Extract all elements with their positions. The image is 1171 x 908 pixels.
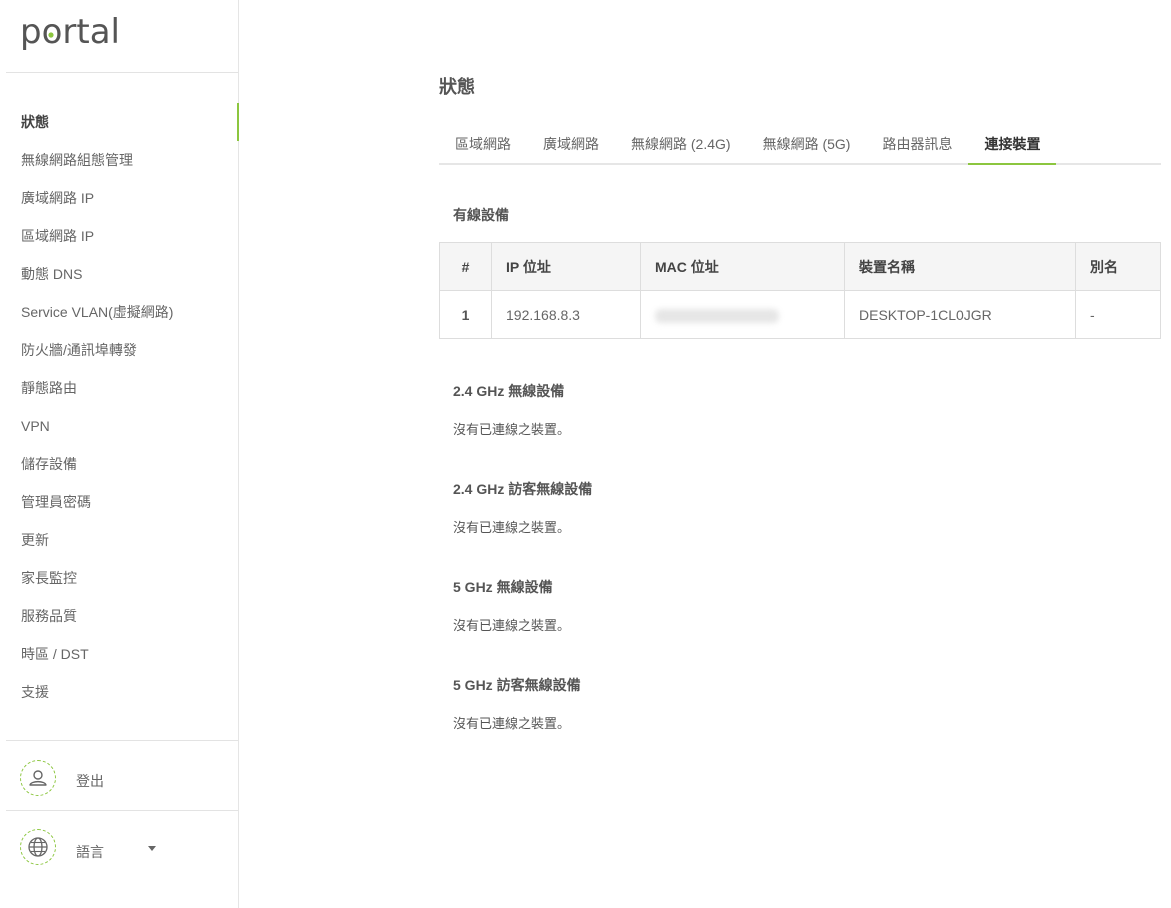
portal-logo-mark: portal — [20, 12, 120, 52]
sidebar-item-static-route[interactable]: 靜態路由 — [0, 369, 239, 407]
sidebar-item-wireless-config[interactable]: 無線網路組態管理 — [0, 141, 239, 179]
cell-num: 1 — [439, 290, 492, 339]
sidebar-item-status[interactable]: 狀態 — [0, 103, 239, 141]
globe-icon[interactable] — [20, 829, 56, 865]
sidebar-item-ddns[interactable]: 動態 DNS — [0, 255, 239, 293]
logo-divider — [6, 72, 238, 73]
chevron-down-icon[interactable] — [148, 846, 156, 851]
cell-device-name: DESKTOP-1CL0JGR — [844, 290, 1076, 339]
cell-mac — [640, 290, 845, 339]
sidebar-item-firewall[interactable]: 防火牆/通訊埠轉發 — [0, 331, 239, 369]
wireless-5g-empty-text: 沒有已連線之裝置。 — [453, 618, 571, 633]
wired-devices-table: # IP 位址 MAC 位址 裝置名稱 別名 1 192.168.8.3 DES… — [439, 242, 1161, 339]
redacted-mac — [655, 308, 779, 323]
table-header-row: # IP 位址 MAC 位址 裝置名稱 別名 — [439, 242, 1161, 291]
wireless-5g-devices-title: 5 GHz 無線設備 — [453, 579, 553, 595]
sidebar-item-service-vlan[interactable]: Service VLAN(虛擬網路) — [0, 293, 239, 331]
svg-text:portal: portal — [20, 14, 120, 52]
user-icon[interactable] — [20, 760, 56, 796]
sidebar-item-support[interactable]: 支援 — [0, 673, 239, 711]
sidebar-item-wan-ip[interactable]: 廣域網路 IP — [0, 179, 239, 217]
logout-button[interactable]: 登出 — [76, 771, 104, 791]
tab-wan[interactable]: 廣域網路 — [527, 126, 615, 165]
tab-router-info[interactable]: 路由器訊息 — [866, 126, 968, 165]
tab-connected-devices[interactable]: 連接裝置 — [968, 126, 1057, 165]
column-header-device-name: 裝置名稱 — [844, 242, 1076, 291]
sidebar-item-parental-control[interactable]: 家長監控 — [0, 559, 239, 597]
portal-logo[interactable]: portal — [20, 12, 124, 57]
sidebar-nav: 狀態 無線網路組態管理 廣域網路 IP 區域網路 IP 動態 DNS Servi… — [0, 103, 239, 711]
guest-5g-empty-text: 沒有已連線之裝置。 — [453, 716, 571, 731]
tab-lan[interactable]: 區域網路 — [439, 126, 527, 165]
guest-24g-empty-text: 沒有已連線之裝置。 — [453, 520, 571, 535]
column-header-alias: 別名 — [1075, 242, 1161, 291]
cell-ip: 192.168.8.3 — [491, 290, 641, 339]
sidebar-item-vpn[interactable]: VPN — [0, 407, 239, 445]
column-header-num: # — [439, 242, 492, 291]
sidebar: portal 狀態 無線網路組態管理 廣域網路 IP 區域網路 IP 動態 DN… — [0, 0, 239, 908]
table-row: 1 192.168.8.3 DESKTOP-1CL0JGR - — [439, 290, 1161, 339]
sidebar-item-storage[interactable]: 儲存設備 — [0, 445, 239, 483]
sidebar-divider — [6, 810, 238, 811]
guest-5g-devices-title: 5 GHz 訪客無線設備 — [453, 677, 581, 693]
language-selector[interactable]: 語言 — [76, 842, 104, 862]
wired-devices-title: 有線設備 — [453, 207, 509, 223]
sidebar-item-qos[interactable]: 服務品質 — [0, 597, 239, 635]
guest-24g-devices-title: 2.4 GHz 訪客無線設備 — [453, 481, 593, 497]
wireless-24g-empty-text: 沒有已連線之裝置。 — [453, 422, 571, 437]
tab-wireless-5g[interactable]: 無線網路 (5G) — [747, 126, 867, 165]
sidebar-item-update[interactable]: 更新 — [0, 521, 239, 559]
sidebar-item-timezone[interactable]: 時區 / DST — [0, 635, 239, 673]
page-title: 狀態 — [439, 77, 475, 97]
status-tabs: 區域網路 廣域網路 無線網路 (2.4G) 無線網路 (5G) 路由器訊息 連接… — [439, 126, 1161, 165]
sidebar-item-admin-password[interactable]: 管理員密碼 — [0, 483, 239, 521]
wireless-24g-devices-title: 2.4 GHz 無線設備 — [453, 383, 565, 399]
sidebar-divider — [6, 740, 238, 741]
sidebar-item-lan-ip[interactable]: 區域網路 IP — [0, 217, 239, 255]
tab-wireless-24g[interactable]: 無線網路 (2.4G) — [615, 126, 747, 165]
column-header-mac: MAC 位址 — [640, 242, 845, 291]
cell-alias[interactable]: - — [1075, 290, 1161, 339]
column-header-ip: IP 位址 — [491, 242, 641, 291]
